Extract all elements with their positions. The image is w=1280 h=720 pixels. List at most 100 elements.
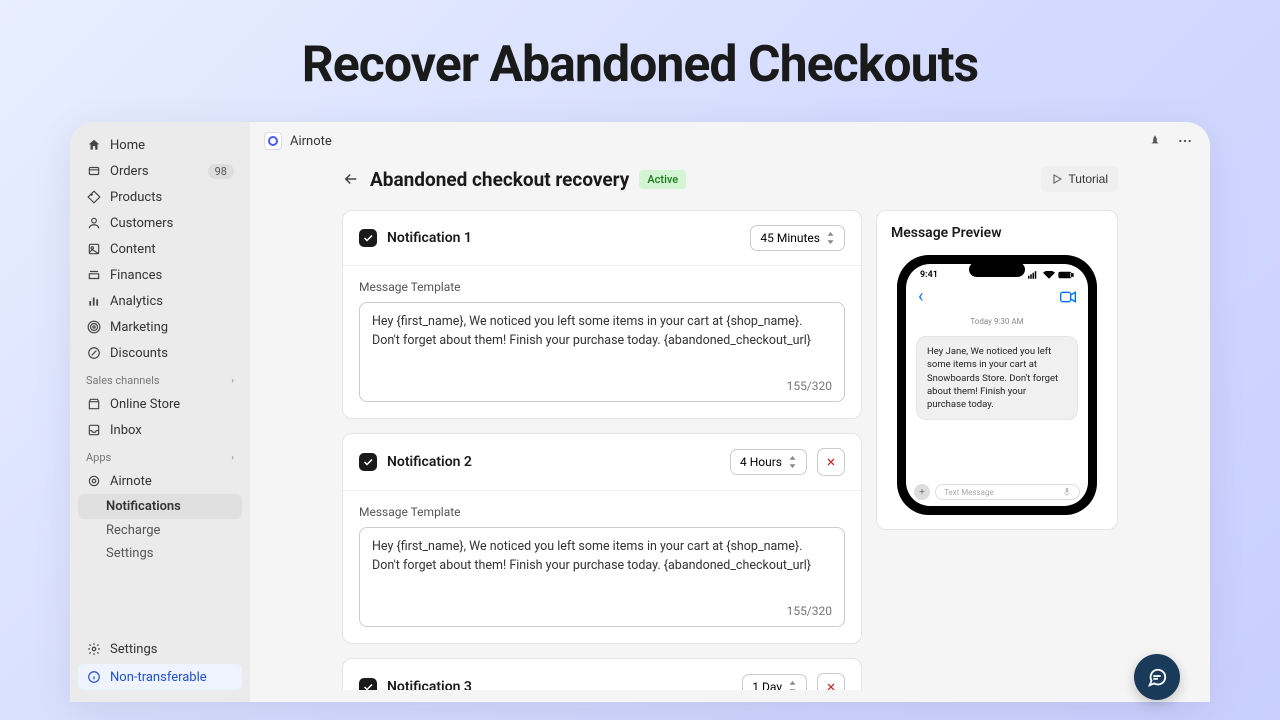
sidebar-label: Marketing: [110, 320, 168, 335]
customers-icon: [86, 215, 102, 231]
compose-plus-icon: +: [914, 484, 930, 500]
app-name: Airnote: [290, 134, 332, 149]
chevron-right-icon: ›: [231, 376, 234, 386]
preview-card: Message Preview 9:41: [876, 210, 1118, 530]
products-icon: [86, 189, 102, 205]
chat-fab[interactable]: [1134, 654, 1180, 700]
sidebar-section-apps[interactable]: Apps ›: [78, 443, 242, 468]
char-count: 155/320: [787, 379, 832, 393]
content: Abandoned checkout recovery Active Tutor…: [250, 160, 1210, 690]
sidebar-item-orders[interactable]: Orders 98: [78, 158, 242, 184]
analytics-icon: [86, 293, 102, 309]
sidebar-item-products[interactable]: Products: [78, 184, 242, 210]
sidebar-section-sales[interactable]: Sales channels ›: [78, 366, 242, 391]
tutorial-button[interactable]: Tutorial: [1041, 166, 1118, 192]
notification-title: Notification 2: [387, 454, 472, 470]
back-button[interactable]: [342, 170, 360, 188]
hero-title: Recover Abandoned Checkouts: [0, 0, 1280, 122]
sidebar-item-settings[interactable]: Settings: [78, 636, 242, 662]
mic-icon: [1063, 487, 1071, 497]
char-count: 155/320: [787, 604, 832, 618]
sidebar-label: Inbox: [110, 423, 142, 438]
template-text: Hey {first_name}, We noticed you left so…: [372, 313, 832, 351]
app-window: Home Orders 98 Products Customers Conten…: [70, 122, 1210, 702]
main: Airnote Abandoned checkout recovery Acti…: [250, 122, 1210, 702]
sidebar-item-finances[interactable]: Finances: [78, 262, 242, 288]
notification-checkbox[interactable]: [359, 229, 377, 247]
sidebar-item-marketing[interactable]: Marketing: [78, 314, 242, 340]
sidebar-item-analytics[interactable]: Analytics: [78, 288, 242, 314]
notification-checkbox[interactable]: [359, 678, 377, 690]
status-badge: Active: [639, 170, 686, 189]
sidebar-label: Home: [110, 138, 145, 153]
page-header: Abandoned checkout recovery Active Tutor…: [342, 166, 1118, 192]
sidebar-item-content[interactable]: Content: [78, 236, 242, 262]
sidebar-item-online-store[interactable]: Online Store: [78, 391, 242, 417]
notification-card-1: Notification 1 45 Minutes Message Templa…: [342, 210, 862, 419]
sort-icon: [788, 681, 797, 690]
sidebar-label: Non-transferable: [110, 670, 207, 685]
sidebar-label: Customers: [110, 216, 173, 231]
delete-button[interactable]: [817, 673, 845, 690]
marketing-icon: [86, 319, 102, 335]
template-textarea[interactable]: Hey {first_name}, We noticed you left so…: [359, 302, 845, 402]
phone-timestamp: Today 9:30 AM: [906, 313, 1088, 330]
sidebar-item-customers[interactable]: Customers: [78, 210, 242, 236]
discounts-icon: [86, 345, 102, 361]
sidebar-label: Online Store: [110, 397, 180, 412]
airnote-icon: [86, 473, 102, 489]
sidebar-label: Airnote: [110, 474, 152, 489]
sidebar-label: Notifications: [106, 499, 181, 514]
pin-icon[interactable]: [1144, 130, 1166, 152]
sidebar-item-app-settings[interactable]: Settings: [78, 542, 242, 565]
tutorial-label: Tutorial: [1068, 172, 1108, 186]
sidebar-item-airnote[interactable]: Airnote: [78, 468, 242, 494]
template-label: Message Template: [359, 505, 845, 519]
page-title: Abandoned checkout recovery: [370, 168, 629, 191]
sidebar: Home Orders 98 Products Customers Conten…: [70, 122, 250, 702]
sidebar-label: Finances: [110, 268, 162, 283]
time-select[interactable]: 45 Minutes: [750, 225, 845, 251]
sidebar-label: Content: [110, 242, 156, 257]
inbox-icon: [86, 422, 102, 438]
template-text: Hey {first_name}, We noticed you left so…: [372, 538, 832, 576]
phone-notch: [969, 262, 1025, 277]
orders-badge: 98: [208, 164, 234, 179]
notification-checkbox[interactable]: [359, 453, 377, 471]
sidebar-label: Products: [110, 190, 162, 205]
delete-button[interactable]: [817, 448, 845, 476]
sidebar-item-discounts[interactable]: Discounts: [78, 340, 242, 366]
sort-icon: [788, 456, 797, 468]
more-icon[interactable]: [1174, 130, 1196, 152]
sort-icon: [826, 232, 835, 244]
home-icon: [86, 137, 102, 153]
template-textarea[interactable]: Hey {first_name}, We noticed you left so…: [359, 527, 845, 627]
message-bubble: Hey Jane, We noticed you left some items…: [916, 336, 1078, 420]
time-select[interactable]: 4 Hours: [730, 449, 807, 475]
chevron-right-icon: ›: [231, 453, 234, 463]
sidebar-label: Settings: [110, 642, 157, 657]
phone-back-icon: ‹: [918, 286, 923, 307]
time-select[interactable]: 1 Day: [742, 674, 807, 690]
phone-time: 9:41: [920, 270, 938, 280]
sidebar-item-home[interactable]: Home: [78, 132, 242, 158]
camera-icon: [1060, 291, 1076, 303]
time-value: 45 Minutes: [760, 231, 820, 245]
info-icon: [86, 669, 102, 685]
sidebar-item-inbox[interactable]: Inbox: [78, 417, 242, 443]
sidebar-label: Orders: [110, 164, 149, 179]
orders-icon: [86, 163, 102, 179]
notification-title: Notification 1: [387, 230, 472, 246]
sidebar-item-non-transferable[interactable]: Non-transferable: [78, 664, 242, 690]
sidebar-label: Discounts: [110, 346, 168, 361]
sidebar-item-recharge[interactable]: Recharge: [78, 519, 242, 542]
notification-card-3: Notification 3 1 Day: [342, 658, 862, 690]
app-icon: [264, 132, 282, 150]
topbar: Airnote: [250, 122, 1210, 160]
chat-icon: [1146, 666, 1168, 688]
notification-title: Notification 3: [387, 679, 472, 690]
time-value: 1 Day: [752, 680, 782, 690]
time-value: 4 Hours: [740, 455, 782, 469]
sidebar-item-notifications[interactable]: Notifications: [78, 494, 242, 519]
content-icon: [86, 241, 102, 257]
